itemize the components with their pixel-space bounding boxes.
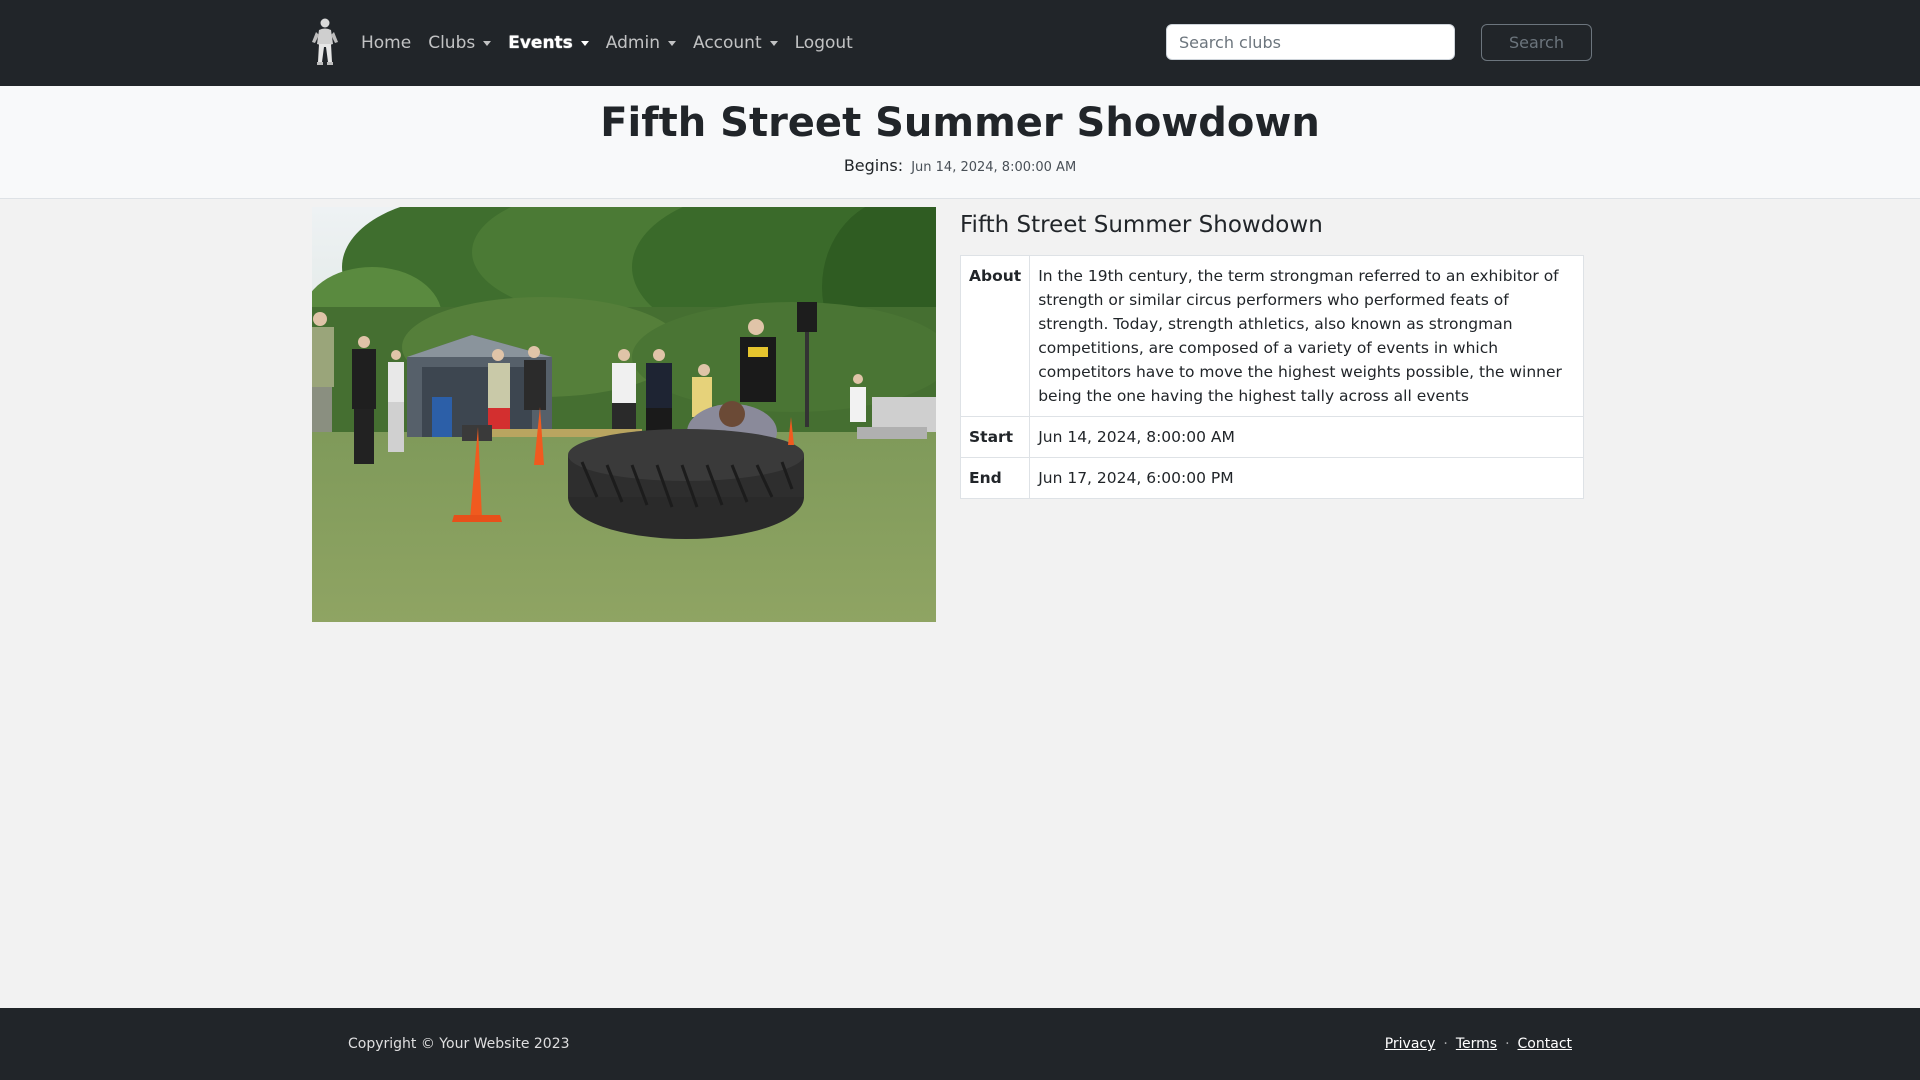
footer-link-contact[interactable]: Contact xyxy=(1518,1036,1572,1052)
footer-link-privacy[interactable]: Privacy xyxy=(1385,1036,1436,1052)
nav-clubs-label: Clubs xyxy=(428,33,476,53)
search-button[interactable]: Search xyxy=(1481,24,1592,61)
table-row: Start Jun 14, 2024, 8:00:00 AM xyxy=(959,416,1584,458)
nav-logout-label: Logout xyxy=(794,33,853,53)
nav-clubs[interactable]: Clubs xyxy=(428,33,492,53)
row-value: Jun 14, 2024, 8:00:00 AM xyxy=(1029,416,1584,458)
row-label: Start xyxy=(959,416,1031,458)
begins-label: Begins: xyxy=(843,156,904,175)
nav-home-label: Home xyxy=(361,33,412,53)
nav-logout[interactable]: Logout xyxy=(795,33,853,53)
page-title: Fifth Street Summer Showdown xyxy=(600,100,1320,146)
begins-value: Jun 14, 2024, 8:00:00 AM xyxy=(911,160,1077,175)
row-label: About xyxy=(959,255,1031,417)
footer-separator: · xyxy=(1505,1036,1510,1052)
begins-line: Begins: Jun 14, 2024, 8:00:00 AM xyxy=(0,156,1920,175)
event-info-table: About In the 19th century, the term stron… xyxy=(959,255,1584,499)
row-value: Jun 17, 2024, 6:00:00 PM xyxy=(1029,457,1584,499)
nav-home[interactable]: Home xyxy=(361,33,411,53)
nav-events-label: Events xyxy=(508,33,573,53)
chevron-down-icon xyxy=(769,40,778,46)
event-title: Fifth Street Summer Showdown xyxy=(960,212,1323,238)
nav-events[interactable]: Events xyxy=(508,33,589,53)
table-row: About In the 19th century, the term stron… xyxy=(959,255,1584,417)
strongman-logo-icon[interactable] xyxy=(310,16,340,70)
page-header: Fifth Street Summer Showdown Begins: Jun… xyxy=(0,86,1920,199)
chevron-down-icon xyxy=(580,40,589,46)
footer-link-terms[interactable]: Terms xyxy=(1456,1036,1497,1052)
chevron-down-icon xyxy=(667,40,676,46)
chevron-down-icon xyxy=(483,40,492,46)
row-label: End xyxy=(959,457,1031,499)
event-photo xyxy=(312,207,936,622)
copyright-text: Copyright © Your Website 2023 xyxy=(348,1036,570,1052)
nav-account[interactable]: Account xyxy=(693,33,778,53)
footer-separator: · xyxy=(1443,1036,1448,1052)
footer: Copyright © Your Website 2023 Privacy · Te… xyxy=(0,1008,1920,1080)
footer-links: Privacy · Terms · Contact xyxy=(1385,1036,1572,1052)
nav-admin[interactable]: Admin xyxy=(606,33,676,53)
search-input[interactable] xyxy=(1166,24,1455,60)
nav-admin-label: Admin xyxy=(605,33,660,53)
nav-account-label: Account xyxy=(692,33,762,53)
table-row: End Jun 17, 2024, 6:00:00 PM xyxy=(959,457,1584,499)
top-navbar: Home Clubs Events Admin Account Logout Search xyxy=(0,0,1920,86)
event-details: Fifth Street Summer Showdown About In the… xyxy=(959,207,1584,499)
row-value: In the 19th century, the term strongman … xyxy=(1029,255,1584,417)
